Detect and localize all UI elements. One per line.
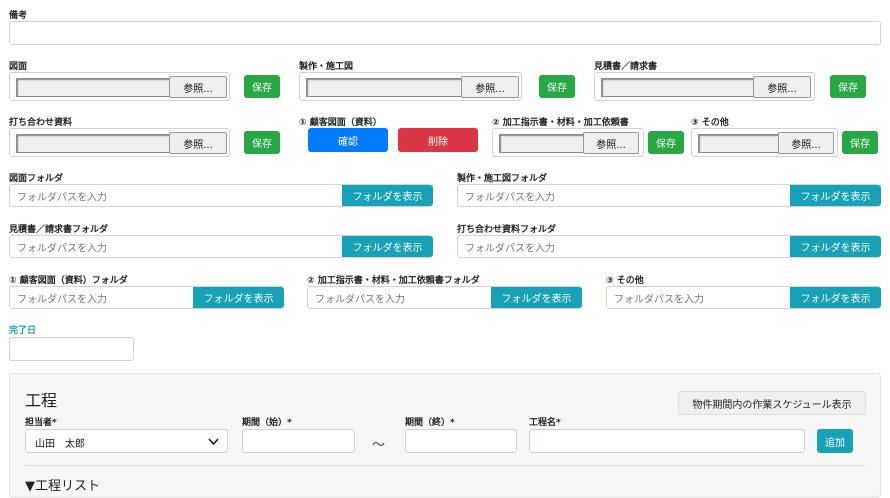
- add-process-button[interactable]: 追加: [817, 429, 853, 453]
- completion-date-label: 完了日: [9, 326, 37, 336]
- construction-browse-button[interactable]: 参照...: [461, 76, 519, 98]
- construction-save-button[interactable]: 保存: [539, 75, 575, 98]
- meeting-browse-button[interactable]: 参照...: [169, 132, 227, 154]
- drawing-save-button[interactable]: 保存: [244, 75, 280, 98]
- customer-drawing-label: ① 顧客図面（資料）: [299, 118, 382, 128]
- meeting-file-field[interactable]: 参照...: [9, 128, 230, 157]
- meeting-folder-placeholder: フォルダパスを入力: [465, 243, 555, 254]
- processing-folder-button[interactable]: フォルダを表示: [491, 287, 582, 308]
- estimate-folder-button[interactable]: フォルダを表示: [342, 236, 433, 257]
- schedule-button[interactable]: 物件期間内の作業スケジュール表示: [678, 391, 866, 415]
- other-file-input[interactable]: [698, 134, 782, 153]
- estimate-file-label: 見積書／請求書: [594, 62, 658, 72]
- assignee-value: 山田 太郎: [35, 439, 85, 450]
- drawing-file-field[interactable]: 参照...: [9, 72, 230, 101]
- meeting-file-input[interactable]: [16, 134, 175, 153]
- processing-file-input[interactable]: [499, 134, 587, 153]
- completion-date-input[interactable]: [9, 337, 134, 361]
- customer-drawing-delete-button[interactable]: 削除: [398, 128, 478, 152]
- estimate-folder-placeholder: フォルダパスを入力: [17, 243, 107, 254]
- processing-browse-button[interactable]: 参照...: [583, 132, 639, 154]
- start-date-label: 期間（始）*: [242, 418, 292, 428]
- construction-file-input[interactable]: [306, 78, 463, 97]
- other-browse-button[interactable]: 参照...: [778, 132, 834, 154]
- other-file-field[interactable]: 参照...: [691, 128, 838, 157]
- assignee-select[interactable]: 山田 太郎: [25, 429, 228, 453]
- estimate-save-button[interactable]: 保存: [830, 75, 866, 98]
- construction-file-field[interactable]: 参照...: [299, 72, 522, 101]
- other-folder-button[interactable]: フォルダを表示: [790, 287, 881, 308]
- other-folder-label: ③ その他: [606, 276, 644, 286]
- process-name-label: 工程名*: [529, 418, 561, 428]
- chevron-down-icon: [208, 438, 219, 446]
- meeting-folder-label: 打ち合わせ資料フォルダ: [457, 225, 557, 235]
- drawing-browse-button[interactable]: 参照...: [169, 76, 227, 98]
- estimate-file-field[interactable]: 参照...: [594, 72, 815, 101]
- other-save-button[interactable]: 保存: [842, 131, 878, 154]
- drawing-folder-label: 図面フォルダ: [9, 174, 64, 184]
- estimate-file-input[interactable]: [601, 78, 756, 97]
- meeting-folder-input[interactable]: フォルダパスを入力 フォルダを表示: [457, 235, 881, 258]
- process-name-input[interactable]: [529, 429, 805, 453]
- range-tilde: ～: [372, 438, 386, 453]
- construction-folder-label: 製作・施工図フォルダ: [457, 174, 548, 184]
- processing-folder-label: ② 加工指示書・材料・加工依頼書フォルダ: [307, 276, 480, 286]
- meeting-file-label: 打ち合わせ資料: [9, 118, 73, 128]
- estimate-folder-label: 見積書／請求書フォルダ: [9, 225, 109, 235]
- other-folder-placeholder: フォルダパスを入力: [614, 294, 704, 305]
- drawing-folder-button[interactable]: フォルダを表示: [342, 185, 433, 206]
- drawing-folder-placeholder: フォルダパスを入力: [17, 192, 107, 203]
- customer-folder-button[interactable]: フォルダを表示: [193, 287, 284, 308]
- processing-folder-placeholder: フォルダパスを入力: [315, 294, 405, 305]
- remarks-input[interactable]: [9, 21, 881, 45]
- end-date-input[interactable]: [405, 429, 517, 453]
- construction-folder-placeholder: フォルダパスを入力: [465, 192, 555, 203]
- assignee-label: 担当者*: [25, 418, 57, 428]
- other-file-label: ③ その他: [691, 118, 729, 128]
- processing-save-button[interactable]: 保存: [648, 131, 684, 154]
- processing-file-field[interactable]: 参照...: [492, 128, 644, 157]
- process-list-toggle[interactable]: ▼工程リスト: [25, 475, 100, 494]
- estimate-browse-button[interactable]: 参照...: [753, 76, 811, 98]
- drawing-file-input[interactable]: [16, 78, 175, 97]
- customer-drawing-confirm-button[interactable]: 確認: [308, 128, 388, 152]
- construction-folder-input[interactable]: フォルダパスを入力 フォルダを表示: [457, 184, 881, 207]
- customer-folder-label: ① 顧客図面（資料）フォルダ: [9, 276, 128, 286]
- start-date-input[interactable]: [242, 429, 355, 453]
- meeting-save-button[interactable]: 保存: [244, 131, 280, 154]
- end-date-label: 期間（終）*: [405, 418, 455, 428]
- drawing-folder-input[interactable]: フォルダパスを入力 フォルダを表示: [9, 184, 433, 207]
- customer-folder-placeholder: フォルダパスを入力: [17, 294, 107, 305]
- process-title: 工程: [25, 391, 58, 410]
- estimate-folder-input[interactable]: フォルダパスを入力 フォルダを表示: [9, 235, 433, 258]
- meeting-folder-button[interactable]: フォルダを表示: [790, 236, 881, 257]
- other-folder-input[interactable]: フォルダパスを入力 フォルダを表示: [606, 286, 881, 309]
- drawing-file-label: 図面: [9, 62, 28, 72]
- construction-folder-button[interactable]: フォルダを表示: [790, 185, 881, 206]
- construction-file-label: 製作・施工図: [299, 62, 354, 72]
- divider: [25, 465, 865, 466]
- customer-folder-input[interactable]: フォルダパスを入力 フォルダを表示: [9, 286, 284, 309]
- remarks-label: 備考: [9, 11, 28, 21]
- process-panel: 工程 物件期間内の作業スケジュール表示 担当者* 山田 太郎 期間（始）* ～ …: [9, 373, 881, 498]
- processing-folder-input[interactable]: フォルダパスを入力 フォルダを表示: [307, 286, 582, 309]
- processing-file-label: ② 加工指示書・材料・加工依頼書: [492, 118, 629, 128]
